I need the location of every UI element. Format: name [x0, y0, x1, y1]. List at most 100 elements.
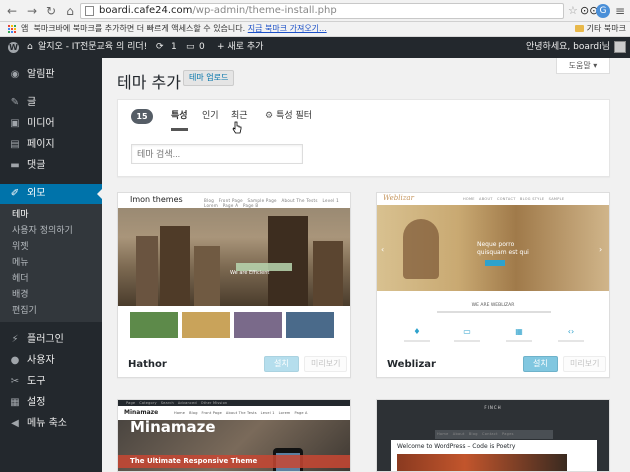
- apps-label[interactable]: 앱: [21, 24, 28, 33]
- site-name-link[interactable]: 알지오 - IT전문교육 의 리더!: [38, 37, 147, 58]
- install-button[interactable]: 설치: [523, 356, 558, 372]
- submenu-editor[interactable]: 편집기: [12, 304, 37, 318]
- theme-headline: Minamaze: [130, 418, 216, 436]
- preview-button[interactable]: 미리보기: [304, 356, 348, 372]
- avatar[interactable]: [614, 41, 626, 53]
- theme-screenshot[interactable]: Page Category Search Advanced Other Miss…: [118, 400, 350, 471]
- folder-icon: [574, 25, 584, 32]
- active-indicator: [97, 189, 102, 199]
- submenu-themes[interactable]: 테마: [12, 208, 29, 222]
- theme-preview-nav: HOME ABOUT CONTACT BLOG STYLE SAMPLE: [463, 197, 565, 201]
- comment-icon: ▬: [10, 160, 20, 171]
- appearance-submenu: 테마 사용자 정의하기 위젯 메뉴 헤더 배경 편집기: [0, 204, 102, 322]
- sidebar-item-media[interactable]: ▣ 미디어: [0, 114, 102, 134]
- wordpress-logo-icon[interactable]: W: [8, 42, 19, 53]
- admin-sidebar: ◉ 알림판 ✎ 글 ▣ 미디어 ▤ 페이지 ▬ 댓글 ✐ 외모 테마 사용자 정…: [0, 58, 102, 472]
- collapse-icon: ◀: [11, 418, 19, 429]
- theme-logo-text: Minamaze: [124, 409, 159, 416]
- page-title: 테마 추가: [117, 73, 181, 92]
- bookmark-star-icon[interactable]: ☆: [568, 4, 578, 18]
- theme-hero-image: Neque porro quisquam est qui ‹ ›: [377, 205, 609, 291]
- home-icon[interactable]: ⌂: [27, 37, 33, 58]
- bookmark-bar: 앱 북마크바에 북마크를 추가하면 더 빠르게 액세스할 수 있습니다. 지금 …: [0, 22, 630, 37]
- browser-toolbar: ← → ↻ ⌂ boardi.cafe24.com/wp-admin/theme…: [0, 0, 630, 22]
- sidebar-item-appearance[interactable]: ✐ 외모: [0, 184, 102, 204]
- other-bookmarks[interactable]: 기타 북마크: [574, 22, 626, 36]
- home-icon[interactable]: ⌂: [62, 3, 78, 19]
- theme-filter-bar: 15 특성 인기 최근 ⚙ 특성 필터: [117, 99, 610, 177]
- bookmark-prompt: 북마크바에 북마크를 추가하면 더 빠르게 액세스할 수 있습니다.: [33, 24, 246, 33]
- plugin-icon: ⚡: [11, 334, 19, 345]
- install-button[interactable]: 설치: [264, 356, 299, 372]
- code-icon: ‹›: [567, 327, 575, 336]
- theme-screenshot[interactable]: Weblizar HOME ABOUT CONTACT BLOG STYLE S…: [377, 193, 609, 348]
- sidebar-item-pages[interactable]: ▤ 페이지: [0, 135, 102, 155]
- submenu-menus[interactable]: 메뉴: [12, 256, 29, 270]
- pin-icon: ✎: [10, 97, 20, 108]
- submenu-customize[interactable]: 사용자 정의하기: [12, 224, 73, 238]
- sidebar-item-collapse[interactable]: ◀ 메뉴 축소: [0, 414, 102, 434]
- hero-line-2: quisquam est qui: [477, 249, 529, 256]
- greeting[interactable]: 안녕하세요, boardi님: [526, 37, 610, 58]
- comments-count[interactable]: 0: [199, 37, 205, 58]
- section-heading: WE ARE WEBLIZAR: [471, 303, 515, 308]
- help-tab[interactable]: 도움말 ▾: [556, 58, 610, 74]
- theme-hero-image: We are Efficient: [118, 208, 350, 306]
- url-path: /wp-admin/theme-install.php: [192, 5, 337, 16]
- theme-preview-nav: Home Blog Front Page About The Tests Lev…: [174, 411, 308, 415]
- theme-screenshot[interactable]: FINCH Home About Blog Contact Pages Welc…: [377, 400, 609, 471]
- sidebar-item-settings[interactable]: ▦ 설정: [0, 393, 102, 413]
- new-content-link[interactable]: + 새로 추가: [217, 37, 263, 58]
- submenu-background[interactable]: 배경: [12, 288, 29, 302]
- settings-icon: ▦: [10, 397, 20, 408]
- comments-icon[interactable]: ▭: [186, 37, 195, 58]
- sidebar-item-plugins[interactable]: ⚡ 플러그인: [0, 330, 102, 350]
- grid-icon: ▦: [515, 327, 523, 336]
- gear-icon: ⚙: [265, 111, 274, 121]
- theme-card-minamaze[interactable]: Page Category Search Advanced Other Miss…: [117, 399, 351, 472]
- import-bookmarks-link[interactable]: 지금 북마크 가져오기...: [248, 24, 327, 33]
- updates-count[interactable]: 1: [171, 37, 177, 58]
- sidebar-item-dashboard[interactable]: ◉ 알림판: [0, 65, 102, 85]
- page-icon: [85, 6, 94, 16]
- tab-feature-filter[interactable]: ⚙ 특성 필터: [265, 109, 312, 131]
- slider-next-icon: ›: [599, 245, 603, 254]
- forward-arrow-icon[interactable]: →: [24, 3, 40, 19]
- theme-preview-nav: Home About Blog Contact Pages: [437, 432, 514, 436]
- preview-button[interactable]: 미리보기: [563, 356, 607, 372]
- theme-screenshot[interactable]: Imon themes Blog Front Page Sample Page …: [118, 193, 350, 348]
- url-host: boardi.cafe24.com: [99, 5, 193, 16]
- theme-logo-text: FINCH: [484, 405, 502, 410]
- tab-popular[interactable]: 인기: [202, 109, 219, 131]
- theme-search-input[interactable]: [131, 144, 303, 164]
- reload-icon[interactable]: ↻: [43, 3, 59, 19]
- brush-icon: ✐: [10, 188, 20, 199]
- back-arrow-icon[interactable]: ←: [4, 3, 20, 19]
- theme-card-weblizar[interactable]: Weblizar HOME ABOUT CONTACT BLOG STYLE S…: [376, 192, 610, 378]
- submenu-widgets[interactable]: 위젯: [12, 240, 29, 254]
- theme-name: Hathor: [128, 359, 167, 370]
- tab-featured[interactable]: 특성: [171, 109, 188, 131]
- theme-count-badge: 15: [131, 109, 153, 124]
- address-bar[interactable]: boardi.cafe24.com/wp-admin/theme-install…: [80, 3, 564, 19]
- menu-icon[interactable]: ≡: [614, 4, 626, 18]
- sidebar-item-posts[interactable]: ✎ 글: [0, 93, 102, 113]
- user-icon: ●: [10, 355, 20, 366]
- glasses-icon[interactable]: ⊙⊙: [580, 4, 598, 18]
- upload-theme-button[interactable]: 테마 업로드: [183, 70, 235, 86]
- sidebar-item-tools[interactable]: ✂ 도구: [0, 372, 102, 392]
- hero-line-1: Neque porro: [477, 241, 515, 248]
- theme-card-hathor[interactable]: Imon themes Blog Front Page Sample Page …: [117, 192, 351, 378]
- theme-card-finch[interactable]: FINCH Home About Blog Contact Pages Welc…: [376, 399, 610, 472]
- theme-subheadline: The Ultimate Responsive Theme: [130, 457, 258, 465]
- sidebar-item-users[interactable]: ● 사용자: [0, 351, 102, 371]
- apps-icon[interactable]: [8, 25, 17, 34]
- slider-prev-icon: ‹: [381, 245, 385, 254]
- media-icon: ▣: [10, 118, 20, 129]
- submenu-header[interactable]: 헤더: [12, 272, 29, 286]
- sidebar-item-comments[interactable]: ▬ 댓글: [0, 156, 102, 176]
- theme-logo-text: Imon themes: [130, 195, 183, 204]
- updates-icon[interactable]: ⟳: [156, 37, 164, 58]
- extension-icon[interactable]: G: [596, 4, 610, 18]
- dashboard-icon: ◉: [10, 69, 20, 80]
